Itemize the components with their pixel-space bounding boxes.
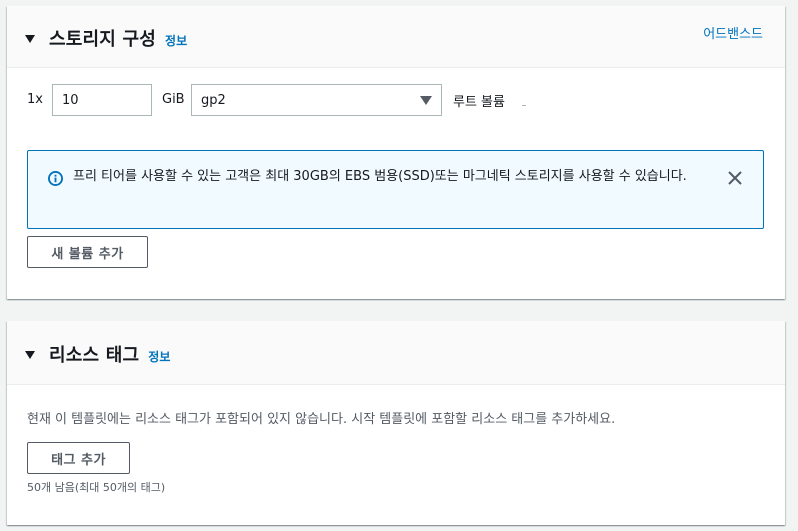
volume-count-label: 1x (27, 92, 43, 107)
volume-size-unit: GiB (162, 92, 185, 107)
tags-panel-header: 리소스 태그 정보 (7, 321, 785, 385)
tags-remaining-hint: 50개 남음(최대 50개의 태그) (27, 481, 166, 494)
add-volume-button[interactable]: 새 볼륨 추가 (27, 236, 148, 268)
tags-description: 현재 이 템플릿에는 리소스 태그가 포함되어 있지 않습니다. 시작 템플릿에… (27, 412, 616, 427)
tags-title-wrap[interactable]: 리소스 태그 정보 (25, 341, 170, 367)
volume-type-select[interactable]: gp2 (191, 84, 442, 116)
tags-title: 리소스 태그 (49, 345, 140, 366)
volume-type-value: gp2 (201, 92, 226, 108)
root-volume-label: 루트 볼륨 (453, 95, 505, 110)
add-tag-button[interactable]: 태그 추가 (27, 442, 130, 474)
storage-info-link[interactable]: 정보 (165, 32, 187, 49)
text-cursor-mark (522, 105, 526, 106)
storage-title: 스토리지 구성 (49, 29, 157, 50)
dropdown-caret-icon (420, 95, 432, 105)
storage-title-wrap[interactable]: 스토리지 구성 정보 (25, 25, 187, 51)
storage-panel: 스토리지 구성 정보 어드밴스드 1x 10 GiB gp2 루트 볼륨 프리 … (7, 6, 785, 299)
storage-panel-header: 스토리지 구성 정보 어드밴스드 (7, 6, 785, 68)
volume-size-input[interactable]: 10 (52, 84, 152, 116)
close-icon[interactable] (727, 170, 743, 186)
caret-down-icon[interactable] (25, 351, 35, 359)
alert-message: 프리 티어를 사용할 수 있는 고객은 최대 30GB의 EBS 범용(SSD)… (73, 169, 687, 184)
free-tier-alert: 프리 티어를 사용할 수 있는 고객은 최대 30GB의 EBS 범용(SSD)… (27, 150, 764, 229)
caret-down-icon[interactable] (25, 35, 35, 43)
tags-info-link[interactable]: 정보 (148, 348, 170, 365)
advanced-link[interactable]: 어드밴스드 (703, 23, 763, 42)
tags-panel: 리소스 태그 정보 현재 이 템플릿에는 리소스 태그가 포함되어 있지 않습니… (7, 321, 785, 525)
info-circle-icon (48, 171, 63, 186)
